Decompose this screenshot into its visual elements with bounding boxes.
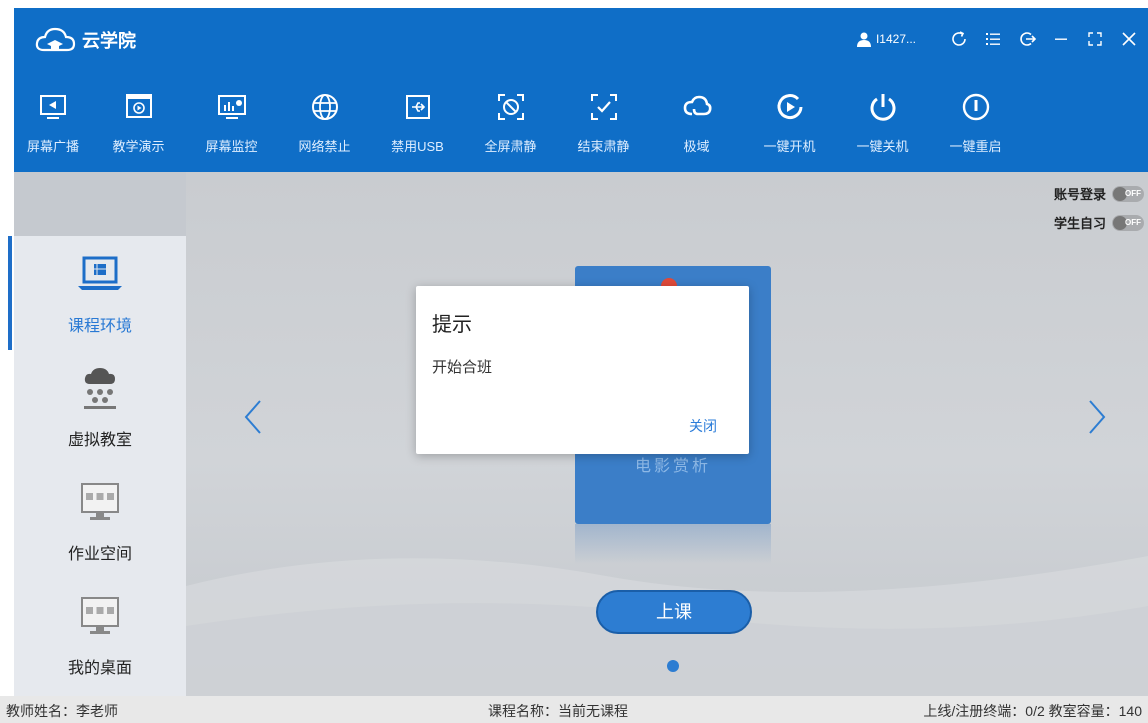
switch-state: OFF xyxy=(1125,217,1141,227)
tool-label: 屏幕广播 xyxy=(26,139,79,154)
menu-button[interactable] xyxy=(982,28,1004,50)
sidebar-item-homework-space[interactable]: 作业空间 xyxy=(14,464,186,578)
app-logo: 云学院 xyxy=(34,24,136,56)
dialog-message: 开始合班 xyxy=(432,359,493,376)
tool-screen-monitor[interactable]: 屏幕监控 xyxy=(185,78,278,172)
sidebar-item-my-desktop[interactable]: 我的桌面 xyxy=(14,578,186,692)
screen-monitor-icon xyxy=(217,95,246,119)
usb-ban-icon xyxy=(405,95,430,119)
user-icon xyxy=(856,32,871,47)
tool-power-on[interactable]: 一键开机 xyxy=(743,78,836,172)
tool-label: 网络禁止 xyxy=(298,139,351,154)
tool-usb-ban[interactable]: 禁用USB xyxy=(371,78,464,172)
logout-icon xyxy=(1020,32,1037,46)
course-status: 课程名称：当前无课程 xyxy=(488,703,628,719)
status-bar: 教师姓名：李老师 课程名称：当前无课程 上线/注册终端：0/2 教室容量：140 xyxy=(0,696,1148,723)
terminal-status: 上线/注册终端：0/2 教室容量：140 xyxy=(923,703,1142,719)
sidebar-item-course-env[interactable]: 课程环境 xyxy=(8,236,186,350)
tool-label: 一键重启 xyxy=(949,139,1002,154)
tool-fullscreen-silence[interactable]: 全屏肃静 xyxy=(464,78,557,172)
sidebar-header xyxy=(14,172,186,236)
tool-label: 结束肃静 xyxy=(577,139,630,154)
prompt-dialog: 提示 开始合班 关闭 xyxy=(416,286,749,454)
restart-icon xyxy=(962,93,989,121)
cloud-cap-logo-icon xyxy=(35,27,76,52)
account-login-toggle-row: 账号登录 OFF xyxy=(1054,184,1144,203)
teaching-demo-icon xyxy=(125,94,152,118)
laptop-icon xyxy=(78,256,122,290)
chevron-left-icon xyxy=(244,400,261,434)
tool-label: 一键开机 xyxy=(763,139,816,154)
chevron-right-icon xyxy=(1089,400,1106,434)
fullscreen-silence-icon xyxy=(497,94,524,120)
monitor-grid-icon xyxy=(81,483,119,520)
tool-end-silence[interactable]: 结束肃静 xyxy=(557,78,650,172)
user-name: I1427... xyxy=(875,32,916,46)
account-login-switch[interactable]: OFF xyxy=(1112,185,1144,202)
close-icon xyxy=(1122,32,1136,46)
tool-network-ban[interactable]: 网络禁止 xyxy=(278,78,371,172)
carousel-page-indicator[interactable] xyxy=(667,660,679,672)
sidebar-item-virtual-classroom[interactable]: 虚拟教室 xyxy=(14,350,186,464)
user-account[interactable]: I1427... xyxy=(856,31,916,47)
monitor-grid-icon xyxy=(81,597,119,634)
app-title: 云学院 xyxy=(82,31,136,51)
start-class-button[interactable]: 上课 xyxy=(596,590,752,634)
end-silence-icon xyxy=(590,94,617,120)
card-reflection xyxy=(575,524,771,564)
self-study-toggle-row: 学生自习 OFF xyxy=(1054,213,1144,232)
carousel-prev-button[interactable] xyxy=(238,397,268,437)
sidebar-item-label: 我的桌面 xyxy=(67,660,132,677)
refresh-icon xyxy=(952,31,966,46)
toolbar: 屏幕广播 教学演示 屏幕监控 网络禁止 禁用USB 全屏肃静 结束肃静 极域 一… xyxy=(14,78,1148,172)
tool-screen-broadcast[interactable]: 屏幕广播 xyxy=(14,78,92,172)
refresh-button[interactable] xyxy=(948,28,970,50)
title-bar: 云学院 I1427... xyxy=(14,8,1148,78)
logout-button[interactable] xyxy=(1016,28,1038,50)
tool-label: 全屏肃静 xyxy=(484,139,537,154)
carousel-next-button[interactable] xyxy=(1082,397,1112,437)
dialog-close-button[interactable]: 关闭 xyxy=(689,416,717,436)
power-off-icon xyxy=(870,94,895,121)
tool-label: 屏幕监控 xyxy=(205,139,258,154)
tool-label: 禁用USB xyxy=(391,139,444,154)
sidebar-item-label: 作业空间 xyxy=(67,546,132,563)
sidebar-item-label: 课程环境 xyxy=(67,318,132,335)
tool-jiyu[interactable]: 极域 xyxy=(650,78,743,172)
tool-teaching-demo[interactable]: 教学演示 xyxy=(92,78,185,172)
minimize-button[interactable] xyxy=(1050,28,1072,50)
self-study-switch[interactable]: OFF xyxy=(1112,214,1144,231)
switch-state: OFF xyxy=(1125,188,1141,198)
tool-restart[interactable]: 一键重启 xyxy=(929,78,1022,172)
screen-broadcast-icon xyxy=(40,95,66,119)
fullscreen-button[interactable] xyxy=(1084,28,1106,50)
tool-power-off[interactable]: 一键关机 xyxy=(836,78,929,172)
minimize-icon xyxy=(1055,38,1067,40)
teacher-name: 教师姓名：李老师 xyxy=(6,703,118,719)
cloud-classroom-icon xyxy=(84,368,116,409)
self-study-label: 学生自习 xyxy=(1053,216,1106,231)
sidebar-item-label: 虚拟教室 xyxy=(67,432,132,449)
network-ban-icon xyxy=(311,94,338,120)
account-login-label: 账号登录 xyxy=(1053,187,1106,202)
tool-label: 极域 xyxy=(683,139,710,154)
power-on-icon xyxy=(777,94,802,120)
toggle-group: 账号登录 OFF 学生自习 OFF xyxy=(1054,184,1144,242)
menu-list-icon xyxy=(986,33,1000,45)
dialog-title: 提示 xyxy=(432,314,472,336)
tool-label: 一键关机 xyxy=(856,139,909,154)
jiyu-cloud-icon xyxy=(683,95,711,116)
course-name: 电影赏析 xyxy=(634,458,711,475)
sidebar: 课程环境 虚拟教室 作业空间 我的桌面 xyxy=(8,172,186,696)
close-button[interactable] xyxy=(1118,28,1140,50)
fullscreen-icon xyxy=(1088,32,1102,46)
tool-label: 教学演示 xyxy=(112,139,165,154)
